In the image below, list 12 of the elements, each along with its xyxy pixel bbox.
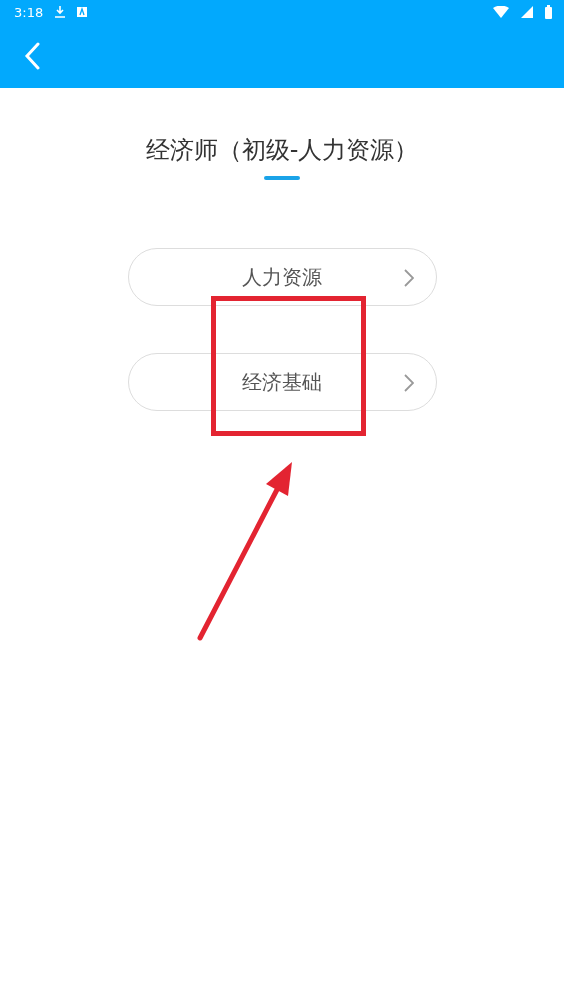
battery-icon (545, 5, 552, 19)
subject-item[interactable]: 经济基础 (127, 353, 437, 411)
chevron-right-icon (403, 269, 414, 287)
download-icon (55, 6, 66, 18)
signal-icon (521, 6, 533, 18)
chevron-right-icon (403, 374, 414, 392)
subject-item[interactable]: 人力资源 (127, 248, 437, 306)
status-time: 3:18 (14, 4, 44, 20)
page-title: 经济师（初级-人力资源） (145, 135, 419, 166)
title-underline (264, 176, 300, 180)
wifi-icon (493, 6, 509, 18)
app-notification-icon (77, 7, 88, 17)
